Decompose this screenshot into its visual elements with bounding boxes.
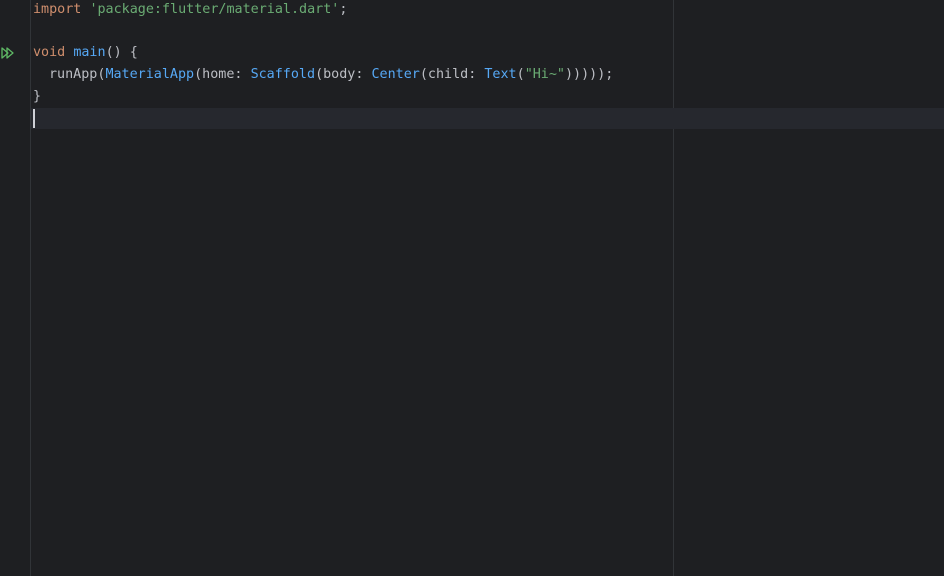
text-caret bbox=[33, 109, 35, 128]
run-icon[interactable] bbox=[1, 46, 15, 60]
code-line-3[interactable]: void main() { bbox=[33, 43, 944, 65]
code-token: ( bbox=[516, 67, 525, 83]
code-token: void bbox=[33, 45, 66, 61]
code-token: (child: bbox=[419, 67, 485, 83]
code-token: runApp( bbox=[49, 67, 106, 83]
code-token: main bbox=[73, 45, 106, 61]
code-line-4[interactable]: runApp(MaterialApp(home: Scaffold(body: … bbox=[33, 65, 944, 87]
code-line-1[interactable]: import 'package:flutter/material.dart'; bbox=[33, 0, 944, 22]
editor-gutter bbox=[0, 0, 31, 576]
code-editor[interactable]: import 'package:flutter/material.dart'; … bbox=[0, 0, 944, 576]
code-line-2[interactable] bbox=[33, 22, 944, 44]
code-token: Scaffold bbox=[250, 67, 316, 83]
code-token: Text bbox=[484, 67, 517, 83]
code-line-6[interactable] bbox=[33, 108, 944, 130]
code-token: ; bbox=[339, 2, 348, 17]
code-token: ))))); bbox=[565, 67, 614, 83]
code-token: (home: bbox=[194, 67, 251, 83]
code-token: MaterialApp bbox=[105, 67, 195, 83]
code-token: } bbox=[33, 88, 42, 104]
code-token: (body: bbox=[315, 67, 372, 83]
code-line-5[interactable]: } bbox=[33, 87, 944, 109]
code-token: 'package:flutter/material.dart' bbox=[89, 2, 340, 17]
code-token: () { bbox=[105, 45, 138, 61]
code-token: "Hi~" bbox=[524, 67, 565, 83]
code-token: import bbox=[33, 2, 82, 17]
code-token: Center bbox=[371, 67, 420, 83]
code-area[interactable]: import 'package:flutter/material.dart'; … bbox=[33, 0, 944, 130]
